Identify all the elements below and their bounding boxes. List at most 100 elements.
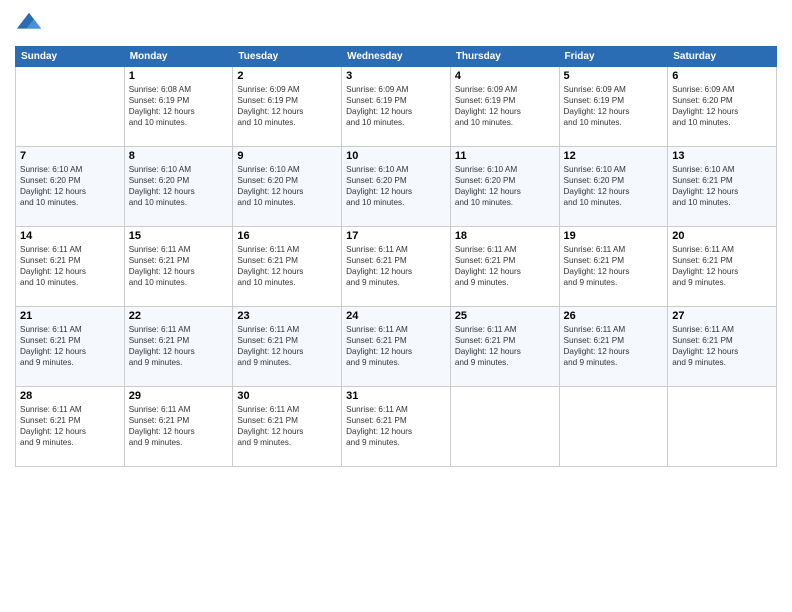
day-number: 29 [129,390,229,402]
calendar-week-5: 28 Sunrise: 6:11 AM Sunset: 6:21 PM Dayli… [16,387,777,467]
calendar-body: 1Sunrise: 6:08 AM Sunset: 6:19 PM Daylig… [16,67,777,467]
day-info: Sunrise: 6:11 AM Sunset: 6:21 PM Dayligh… [20,244,120,288]
calendar-week-4: 21 Sunrise: 6:11 AM Sunset: 6:21 PM Dayli… [16,307,777,387]
calendar-cell: 21 Sunrise: 6:11 AM Sunset: 6:21 PM Dayli… [16,307,125,387]
day-info: Sunrise: 6:10 AM Sunset: 6:20 PM Dayligh… [20,164,120,208]
col-header-sunday: Sunday [16,47,125,67]
day-info: Sunrise: 6:09 AM Sunset: 6:19 PM Dayligh… [455,84,555,128]
day-info: Sunrise: 6:09 AM Sunset: 6:20 PM Dayligh… [672,84,772,128]
calendar-cell: 30 Sunrise: 6:11 AM Sunset: 6:21 PM Dayli… [233,387,342,467]
day-number: 8 [129,150,229,162]
day-info: Sunrise: 6:09 AM Sunset: 6:19 PM Dayligh… [237,84,337,128]
day-info: Sunrise: 6:10 AM Sunset: 6:20 PM Dayligh… [346,164,446,208]
calendar-cell: 17Sunrise: 6:11 AM Sunset: 6:21 PM Dayli… [342,227,451,307]
day-info: Sunrise: 6:11 AM Sunset: 6:21 PM Dayligh… [346,324,446,368]
calendar-cell [559,387,668,467]
calendar-cell: 28 Sunrise: 6:11 AM Sunset: 6:21 PM Dayli… [16,387,125,467]
day-info: Sunrise: 6:11 AM Sunset: 6:21 PM Dayligh… [455,244,555,288]
calendar-cell: 29 Sunrise: 6:11 AM Sunset: 6:21 PM Dayli… [124,387,233,467]
day-number: 15 [129,230,229,242]
calendar-cell: 20 Sunrise: 6:11 AM Sunset: 6:21 PM Dayli… [668,227,777,307]
calendar-cell: 1Sunrise: 6:08 AM Sunset: 6:19 PM Daylig… [124,67,233,147]
day-info: Sunrise: 6:11 AM Sunset: 6:21 PM Dayligh… [346,404,446,448]
col-header-friday: Friday [559,47,668,67]
calendar-cell: 19 Sunrise: 6:11 AM Sunset: 6:21 PM Dayli… [559,227,668,307]
day-number: 25 [455,310,555,322]
day-info: Sunrise: 6:11 AM Sunset: 6:21 PM Dayligh… [129,324,229,368]
calendar-cell: 22 Sunrise: 6:11 AM Sunset: 6:21 PM Dayli… [124,307,233,387]
calendar-cell: 15Sunrise: 6:11 AM Sunset: 6:21 PM Dayli… [124,227,233,307]
day-info: Sunrise: 6:11 AM Sunset: 6:21 PM Dayligh… [237,244,337,288]
day-info: Sunrise: 6:10 AM Sunset: 6:20 PM Dayligh… [129,164,229,208]
day-number: 14 [20,230,120,242]
day-number: 31 [346,390,446,402]
calendar-week-1: 1Sunrise: 6:08 AM Sunset: 6:19 PM Daylig… [16,67,777,147]
day-number: 11 [455,150,555,162]
day-info: Sunrise: 6:09 AM Sunset: 6:19 PM Dayligh… [346,84,446,128]
calendar-cell: 18 Sunrise: 6:11 AM Sunset: 6:21 PM Dayli… [450,227,559,307]
calendar-cell: 14 Sunrise: 6:11 AM Sunset: 6:21 PM Dayli… [16,227,125,307]
calendar-cell: 24 Sunrise: 6:11 AM Sunset: 6:21 PM Dayli… [342,307,451,387]
day-number: 27 [672,310,772,322]
day-number: 19 [564,230,664,242]
logo-icon [15,10,43,38]
day-number: 13 [672,150,772,162]
day-info: Sunrise: 6:11 AM Sunset: 6:21 PM Dayligh… [672,244,772,288]
day-info: Sunrise: 6:11 AM Sunset: 6:21 PM Dayligh… [237,324,337,368]
day-number: 23 [237,310,337,322]
day-number: 6 [672,70,772,82]
calendar-cell: 11 Sunrise: 6:10 AM Sunset: 6:20 PM Dayli… [450,147,559,227]
calendar-cell: 12Sunrise: 6:10 AM Sunset: 6:20 PM Dayli… [559,147,668,227]
day-info: Sunrise: 6:11 AM Sunset: 6:21 PM Dayligh… [672,324,772,368]
day-number: 22 [129,310,229,322]
day-info: Sunrise: 6:11 AM Sunset: 6:21 PM Dayligh… [346,244,446,288]
day-number: 3 [346,70,446,82]
col-header-monday: Monday [124,47,233,67]
calendar-cell: 23 Sunrise: 6:11 AM Sunset: 6:21 PM Dayli… [233,307,342,387]
calendar-cell: 16 Sunrise: 6:11 AM Sunset: 6:21 PM Dayli… [233,227,342,307]
day-number: 18 [455,230,555,242]
page: SundayMondayTuesdayWednesdayThursdayFrid… [0,0,792,612]
calendar-cell [16,67,125,147]
calendar-cell: 31 Sunrise: 6:11 AM Sunset: 6:21 PM Dayli… [342,387,451,467]
day-number: 5 [564,70,664,82]
day-number: 20 [672,230,772,242]
day-info: Sunrise: 6:11 AM Sunset: 6:21 PM Dayligh… [129,404,229,448]
calendar-cell: 9 Sunrise: 6:10 AM Sunset: 6:20 PM Daylig… [233,147,342,227]
calendar-cell: 3 Sunrise: 6:09 AM Sunset: 6:19 PM Daylig… [342,67,451,147]
calendar-cell: 8 Sunrise: 6:10 AM Sunset: 6:20 PM Daylig… [124,147,233,227]
calendar-week-2: 7 Sunrise: 6:10 AM Sunset: 6:20 PM Daylig… [16,147,777,227]
day-info: Sunrise: 6:11 AM Sunset: 6:21 PM Dayligh… [20,404,120,448]
day-number: 28 [20,390,120,402]
day-info: Sunrise: 6:11 AM Sunset: 6:21 PM Dayligh… [455,324,555,368]
day-info: Sunrise: 6:10 AM Sunset: 6:20 PM Dayligh… [237,164,337,208]
calendar-cell: 2Sunrise: 6:09 AM Sunset: 6:19 PM Daylig… [233,67,342,147]
day-number: 9 [237,150,337,162]
calendar-cell: 6 Sunrise: 6:09 AM Sunset: 6:20 PM Daylig… [668,67,777,147]
day-info: Sunrise: 6:10 AM Sunset: 6:20 PM Dayligh… [455,164,555,208]
col-header-wednesday: Wednesday [342,47,451,67]
calendar-cell [668,387,777,467]
col-header-thursday: Thursday [450,47,559,67]
day-number: 24 [346,310,446,322]
day-info: Sunrise: 6:09 AM Sunset: 6:19 PM Dayligh… [564,84,664,128]
calendar-cell: 4Sunrise: 6:09 AM Sunset: 6:19 PM Daylig… [450,67,559,147]
calendar-cell: 25 Sunrise: 6:11 AM Sunset: 6:21 PM Dayli… [450,307,559,387]
day-number: 7 [20,150,120,162]
day-info: Sunrise: 6:10 AM Sunset: 6:20 PM Dayligh… [564,164,664,208]
logo [15,10,47,38]
day-number: 26 [564,310,664,322]
day-info: Sunrise: 6:11 AM Sunset: 6:21 PM Dayligh… [564,324,664,368]
day-info: Sunrise: 6:11 AM Sunset: 6:21 PM Dayligh… [564,244,664,288]
calendar-cell: 7 Sunrise: 6:10 AM Sunset: 6:20 PM Daylig… [16,147,125,227]
day-info: Sunrise: 6:10 AM Sunset: 6:21 PM Dayligh… [672,164,772,208]
calendar-week-3: 14 Sunrise: 6:11 AM Sunset: 6:21 PM Dayli… [16,227,777,307]
day-info: Sunrise: 6:11 AM Sunset: 6:21 PM Dayligh… [237,404,337,448]
day-number: 30 [237,390,337,402]
day-info: Sunrise: 6:11 AM Sunset: 6:21 PM Dayligh… [20,324,120,368]
calendar-cell: 13 Sunrise: 6:10 AM Sunset: 6:21 PM Dayli… [668,147,777,227]
calendar-cell: 26 Sunrise: 6:11 AM Sunset: 6:21 PM Dayli… [559,307,668,387]
day-number: 16 [237,230,337,242]
day-number: 21 [20,310,120,322]
col-header-tuesday: Tuesday [233,47,342,67]
